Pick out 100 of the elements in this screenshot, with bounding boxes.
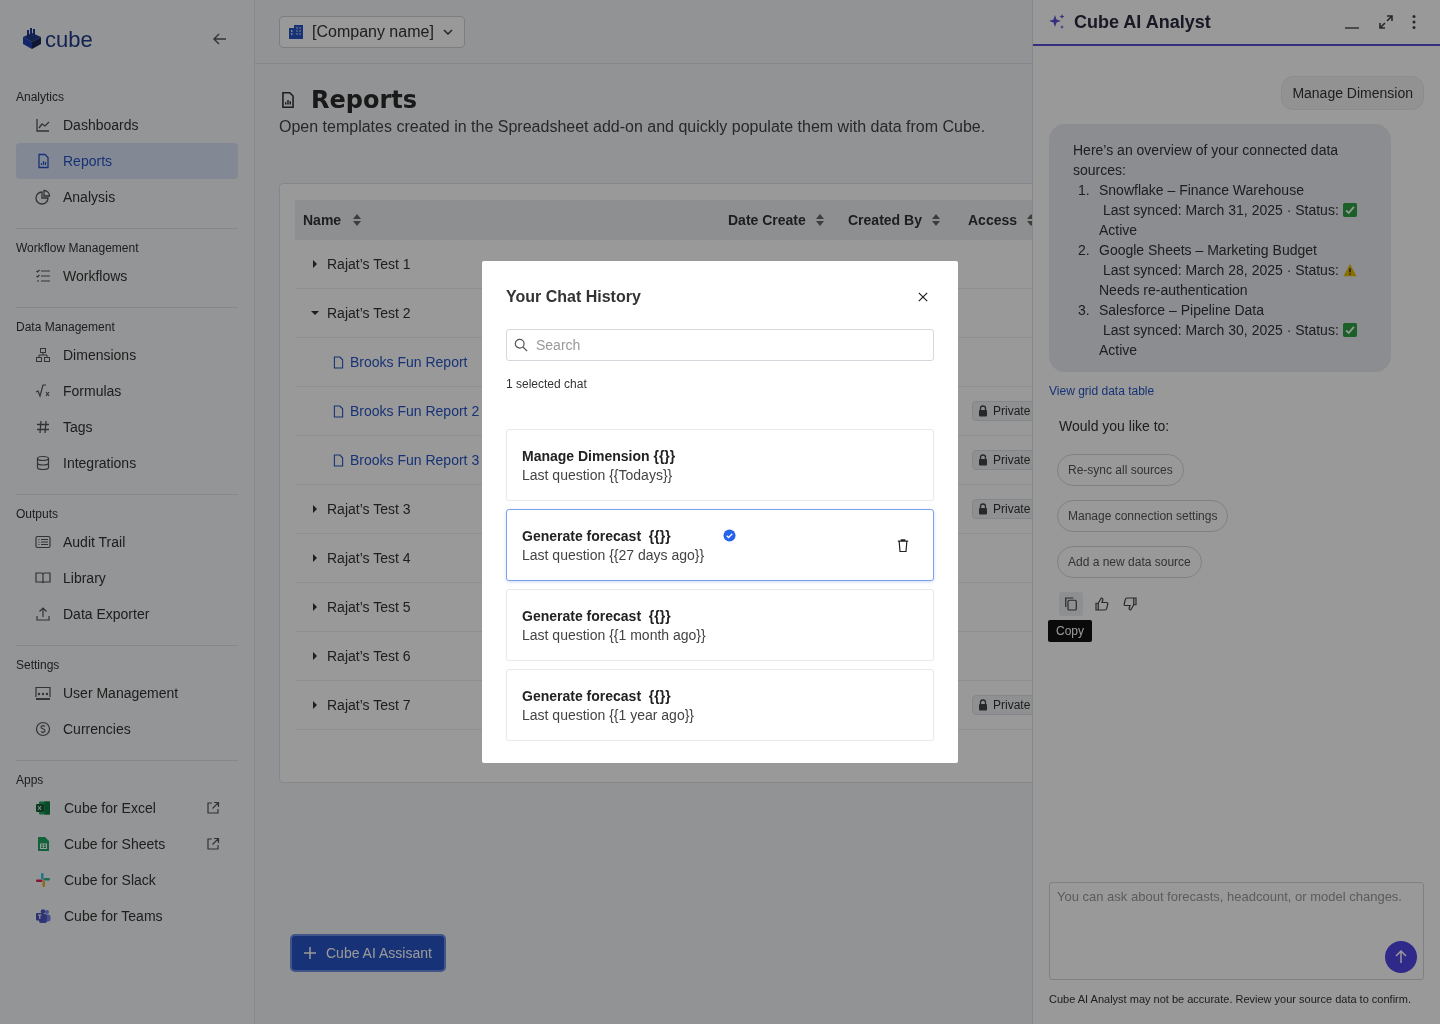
chat-title: Generate forecast {{}} xyxy=(522,687,671,704)
nav-item[interactable]: Analysis xyxy=(16,179,238,215)
more-icon[interactable] xyxy=(1412,14,1416,30)
status-text: Needs re-authentication xyxy=(1099,281,1249,300)
column-header[interactable]: Access xyxy=(968,212,1018,228)
list-number: 1. xyxy=(1078,181,1091,200)
message-input[interactable]: You can ask about forecasts, headcount, or model changes. xyxy=(1049,882,1424,980)
close-icon[interactable] xyxy=(918,292,928,302)
sheet-app-icon xyxy=(35,836,51,852)
company-selector[interactable]: [Company name] xyxy=(279,15,465,48)
nav-item[interactable]: Dashboards xyxy=(16,107,238,143)
nav-item[interactable]: Tags xyxy=(16,409,238,445)
access-badge: Private xyxy=(972,450,1032,470)
assistant-button[interactable]: Cube AI Assisant xyxy=(290,934,446,972)
report-link[interactable]: Brooks Fun Report 3 xyxy=(350,452,480,468)
access-badge: Private xyxy=(972,401,1032,421)
nav-item[interactable]: Data Exporter xyxy=(16,596,238,632)
chat-subtitle: Last question {{27 days ago}} xyxy=(522,546,706,563)
page-description: Open templates created in the Spreadsheet add-on and quickly populate them with data from Cube. xyxy=(279,118,987,136)
folder-name: Rajat’s Test 6 xyxy=(327,648,411,664)
suggestion-chip[interactable]: Re-sync all sources xyxy=(1057,454,1184,486)
trash-icon[interactable] xyxy=(897,537,909,553)
column-header[interactable]: Date Create xyxy=(728,212,806,228)
app-link[interactable]: Cube for Excel xyxy=(16,790,238,826)
nav-item[interactable]: Reports xyxy=(16,143,238,179)
team-app-icon xyxy=(35,908,51,924)
external-link-icon[interactable] xyxy=(206,801,220,815)
folder-name: Rajat’s Test 2 xyxy=(327,305,411,321)
arrow-up-icon xyxy=(1395,950,1407,964)
panel-title: Cube AI Analyst xyxy=(1074,11,1212,33)
nav-item[interactable]: Integrations xyxy=(16,445,238,481)
caret-icon[interactable] xyxy=(311,309,319,317)
access-badge: Private xyxy=(972,499,1032,519)
section-title: Workflow Management xyxy=(16,240,140,256)
square-root-icon xyxy=(35,383,51,399)
spreadsheet-app-icon xyxy=(35,800,51,816)
caret-icon[interactable] xyxy=(311,652,319,660)
upload-icon xyxy=(35,606,51,622)
dialog-title: Your Chat History xyxy=(506,288,641,306)
document-icon xyxy=(35,153,51,169)
caret-icon[interactable] xyxy=(311,554,319,562)
folder-name: Rajat’s Test 1 xyxy=(327,256,411,272)
nav-item[interactable]: Workflows xyxy=(16,258,238,294)
caret-icon[interactable] xyxy=(311,505,319,513)
nav-item[interactable]: Formulas xyxy=(16,373,238,409)
sparkle-icon xyxy=(1048,13,1066,31)
source-name: Snowflake – Finance Warehouse xyxy=(1099,181,1305,200)
report-link[interactable]: Brooks Fun Report xyxy=(350,354,468,370)
sync-info: Last synced: March 28, 2025 · Status: xyxy=(1103,261,1339,280)
nav-item[interactable]: Audit Trail xyxy=(16,524,238,560)
line-chart-icon xyxy=(35,117,51,133)
folder-name: Rajat’s Test 7 xyxy=(327,697,411,713)
warning-icon xyxy=(1342,263,1357,277)
app-link[interactable]: Cube for Teams xyxy=(16,898,238,934)
message-text: Here’s an overview of your connected data sources: xyxy=(1073,141,1340,180)
status-text: Active xyxy=(1099,341,1139,360)
cube-logo-icon xyxy=(20,27,44,51)
check-circle-icon xyxy=(722,529,736,542)
section-title: Settings xyxy=(16,657,61,673)
caret-icon[interactable] xyxy=(311,701,319,709)
column-header[interactable]: Created By xyxy=(848,212,922,228)
chat-item[interactable]: Generate forecast {{}} Last question {{1 year ago}} xyxy=(506,669,934,741)
building-icon xyxy=(288,23,304,40)
chat-item[interactable]: Generate forecast {{}} Last question {{1 month ago}} xyxy=(506,589,934,661)
copy-icon[interactable] xyxy=(1059,592,1083,616)
nav-item[interactable]: Currencies xyxy=(16,711,238,747)
suggestion-chip[interactable]: Add a new data source xyxy=(1057,546,1202,578)
app-link[interactable]: Cube for Slack xyxy=(16,862,238,898)
nav-item[interactable]: Library xyxy=(16,560,238,596)
chat-item[interactable]: Generate forecast {{}} Last question {{27 days ago}} xyxy=(506,509,934,581)
thumbs-up-icon[interactable] xyxy=(1093,595,1111,613)
chat-item[interactable]: Manage Dimension {{}} Last question {{Todays}} xyxy=(506,429,934,501)
caret-icon[interactable] xyxy=(311,260,319,268)
expand-icon[interactable] xyxy=(1378,14,1394,30)
app-link[interactable]: Cube for Sheets xyxy=(16,826,238,862)
nav-item[interactable]: User Management xyxy=(16,675,238,711)
nav-item[interactable]: Dimensions xyxy=(16,337,238,373)
access-badge: Private xyxy=(972,695,1032,715)
folder-name: Rajat’s Test 3 xyxy=(327,501,411,517)
database-icon xyxy=(35,455,51,471)
chat-title: Generate forecast {{}} xyxy=(522,527,671,544)
external-link-icon[interactable] xyxy=(206,837,220,851)
collapse-arrow-icon[interactable] xyxy=(212,31,228,47)
suggestion-chip[interactable]: Manage connection settings xyxy=(1057,500,1229,532)
caret-icon[interactable] xyxy=(311,603,319,611)
sort-icon[interactable] xyxy=(931,214,940,226)
prompt-text: Would you like to: xyxy=(1059,418,1171,434)
search-field[interactable]: Search xyxy=(506,329,934,361)
disclaimer: Cube AI Analyst may not be accurate. Review your source data to confirm. xyxy=(1049,992,1412,1007)
column-header[interactable]: Name xyxy=(303,212,342,228)
sort-icon[interactable] xyxy=(353,214,362,226)
sync-info: Last synced: March 30, 2025 · Status: xyxy=(1103,321,1339,340)
list-icon xyxy=(35,534,51,550)
list-number: 3. xyxy=(1078,301,1091,320)
sort-icon[interactable] xyxy=(815,214,824,226)
section-title: Apps xyxy=(16,772,45,788)
sync-info: Last synced: March 31, 2025 · Status: xyxy=(1103,201,1339,220)
grid-table-link[interactable]: View grid data table xyxy=(1049,384,1155,398)
report-link[interactable]: Brooks Fun Report 2 xyxy=(350,403,480,419)
thumbs-down-icon[interactable] xyxy=(1121,595,1139,613)
